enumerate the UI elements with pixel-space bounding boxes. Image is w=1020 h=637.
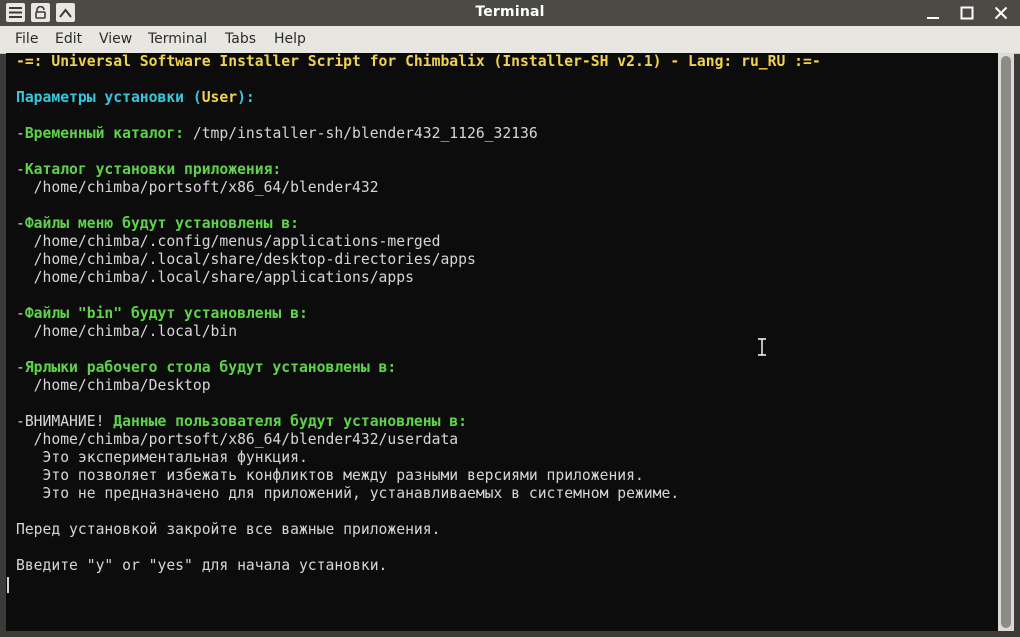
menu-files-line: -Файлы меню будут установлены в:	[16, 215, 299, 233]
dash: -	[16, 305, 25, 322]
window-controls	[920, 2, 1014, 24]
menu-help[interactable]: Help	[274, 31, 306, 47]
minimize-icon[interactable]	[920, 2, 946, 24]
userdata-path: /home/chimba/portsoft/x86_64/blender432/…	[16, 431, 459, 448]
close-icon[interactable]	[988, 2, 1014, 24]
note-conflicts: Это позволяет избежать конфликтов между …	[16, 467, 644, 484]
menu-tabs[interactable]: Tabs	[225, 31, 256, 47]
dash: -	[16, 125, 25, 142]
warning-line: -ВНИМАНИЕ! Данные пользователя будут уст…	[16, 413, 467, 431]
install-prompt: Введите "y" or "yes" для начала установк…	[16, 557, 388, 574]
title-bar: Terminal	[0, 0, 1020, 26]
params-user: User	[201, 89, 238, 106]
desktop-shortcuts-label: Ярлыки рабочего стола будут установлены …	[24, 359, 397, 376]
menu-path-1: /home/chimba/.config/menus/applications-…	[16, 233, 441, 250]
note-experimental: Это экспериментальная функция.	[16, 449, 308, 466]
menu-view[interactable]: View	[99, 31, 132, 47]
ibeam-cursor-icon	[758, 338, 766, 356]
window-title: Terminal	[475, 4, 545, 20]
desktop-path: /home/chimba/Desktop	[16, 377, 211, 394]
bin-path: /home/chimba/.local/bin	[16, 323, 238, 340]
menu-files-label: Файлы меню будут установлены в:	[24, 215, 299, 232]
desktop-shortcuts-line: -Ярлыки рабочего стола будут установлены…	[16, 359, 396, 377]
menu-path-3: /home/chimba/.local/share/applications/a…	[16, 269, 414, 286]
text-cursor	[7, 577, 9, 593]
app-dir-label: Каталог установки приложения:	[24, 161, 282, 178]
close-apps-notice: Перед установкой закройте все важные при…	[16, 521, 441, 538]
window-bottom-border	[0, 631, 1020, 637]
terminal-output[interactable]: -=: Universal Software Installer Script …	[6, 53, 998, 631]
dash: -	[16, 359, 25, 376]
note-system-mode: Это не предназначено для приложений, уст…	[16, 485, 680, 502]
bin-files-label: Файлы "bin" будут установлены в:	[24, 305, 308, 322]
warning-prefix: -ВНИМАНИЕ!	[16, 413, 114, 430]
menu-edit[interactable]: Edit	[55, 31, 82, 47]
menu-path-2: /home/chimba/.local/share/desktop-direct…	[16, 251, 476, 268]
menu-bar: File Edit View Terminal Tabs Help	[0, 26, 1020, 54]
params-label: Параметры установки (	[16, 89, 202, 106]
warning-label: Данные пользователя будут установлены в:	[113, 413, 467, 430]
maximize-icon[interactable]	[954, 2, 980, 24]
installer-header: -=: Universal Software Installer Script …	[16, 53, 821, 70]
scrollbar-thumb[interactable]	[1001, 56, 1011, 628]
temp-dir-path: /tmp/installer-sh/blender432_1126_32136	[184, 125, 538, 142]
dash: -	[16, 215, 25, 232]
params-end: ):	[237, 89, 255, 106]
app-dir-path: /home/chimba/portsoft/x86_64/blender432	[16, 179, 379, 196]
temp-dir-line: -Временный каталог: /tmp/installer-sh/bl…	[16, 125, 538, 143]
app-dir-line: -Каталог установки приложения:	[16, 161, 281, 179]
menu-file[interactable]: File	[15, 31, 38, 47]
dash: -	[16, 161, 25, 178]
temp-dir-label: Временный каталог:	[24, 125, 185, 142]
params-line: Параметры установки (User):	[16, 89, 255, 107]
menu-terminal[interactable]: Terminal	[148, 31, 207, 47]
bin-files-line: -Файлы "bin" будут установлены в:	[16, 305, 308, 323]
